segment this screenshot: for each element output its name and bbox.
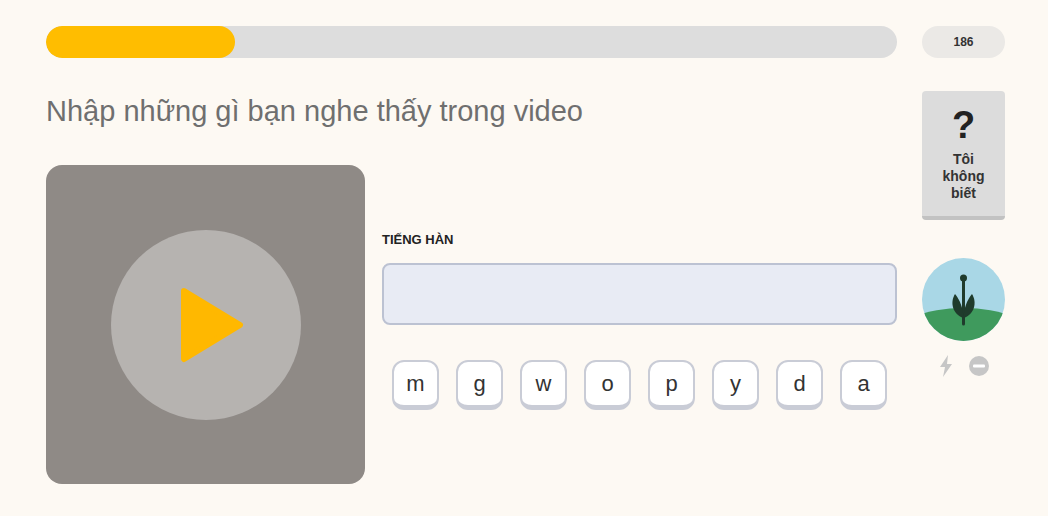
- side-column: ? Tôi không biết: [922, 91, 1005, 484]
- letter-key[interactable]: p: [648, 360, 695, 410]
- status-icons: [939, 355, 989, 377]
- letter-key[interactable]: g: [456, 360, 503, 410]
- play-icon: [180, 287, 244, 363]
- main-column: Nhập những gì bạn nghe thấy trong video T…: [46, 91, 897, 484]
- exercise-row: TIẾNG HÀN mgwopyda: [46, 165, 897, 484]
- answer-area: TIẾNG HÀN mgwopyda: [382, 165, 897, 484]
- question-icon: ?: [952, 105, 975, 145]
- prompt-title: Nhập những gì bạn nghe thấy trong video: [46, 91, 897, 131]
- top-row: 186: [46, 26, 1005, 58]
- progress-fill: [46, 26, 235, 58]
- progress-bar: [46, 26, 897, 58]
- app: 186 Nhập những gì bạn nghe thấy trong vid…: [0, 0, 1048, 516]
- video-player[interactable]: [46, 165, 365, 484]
- plant-badge: [922, 258, 1005, 341]
- key-row: mgwopyda: [382, 360, 897, 410]
- minus-circle-icon: [969, 356, 989, 376]
- letter-key[interactable]: w: [520, 360, 567, 410]
- content-row: Nhập những gì bạn nghe thấy trong video T…: [46, 91, 1005, 484]
- plant-icon: [922, 258, 1005, 341]
- letter-key[interactable]: d: [776, 360, 823, 410]
- score-badge: 186: [922, 26, 1005, 58]
- letter-key[interactable]: a: [840, 360, 887, 410]
- lightning-icon: [939, 355, 953, 377]
- play-button[interactable]: [111, 230, 301, 420]
- letter-key[interactable]: m: [392, 360, 439, 410]
- language-label: TIẾNG HÀN: [382, 231, 897, 249]
- answer-input[interactable]: [382, 263, 897, 325]
- skip-button[interactable]: ? Tôi không biết: [922, 91, 1005, 220]
- letter-key[interactable]: o: [584, 360, 631, 410]
- skip-label: Tôi không biết: [934, 151, 994, 202]
- letter-key[interactable]: y: [712, 360, 759, 410]
